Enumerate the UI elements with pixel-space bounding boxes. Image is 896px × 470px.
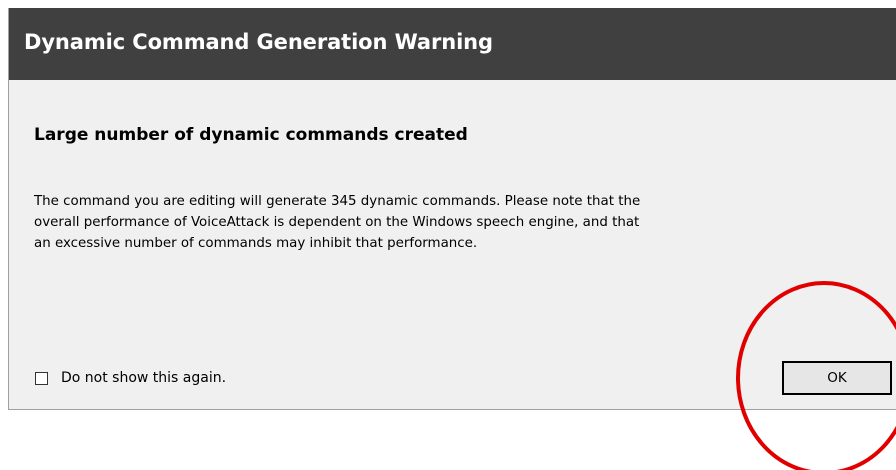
do-not-show-checkbox-row[interactable]: Do not show this again.: [35, 370, 226, 386]
do-not-show-checkbox[interactable]: [35, 371, 48, 385]
warning-dialog: Dynamic Command Generation Warning Large…: [8, 8, 896, 410]
message-body: The command you are editing will generat…: [34, 191, 884, 254]
message-line: an excessive number of commands may inhi…: [34, 236, 478, 251]
message-heading: Large number of dynamic commands created: [34, 125, 468, 145]
dialog-title: Dynamic Command Generation Warning: [24, 30, 493, 54]
ok-button[interactable]: OK: [782, 361, 892, 395]
title-bar[interactable]: Dynamic Command Generation Warning: [9, 8, 896, 80]
do-not-show-checkbox-label[interactable]: Do not show this again.: [61, 370, 226, 386]
message-line: overall performance of VoiceAttack is de…: [34, 215, 640, 230]
message-line: The command you are editing will generat…: [34, 194, 641, 209]
